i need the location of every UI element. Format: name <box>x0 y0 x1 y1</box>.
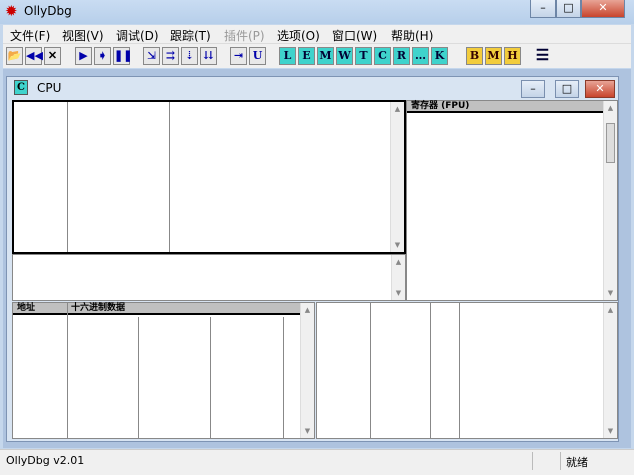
minimize-button[interactable]: – <box>530 0 556 18</box>
cpu-window-icon: C <box>14 80 28 95</box>
references-window-button[interactable]: R <box>393 47 410 65</box>
close-file-icon[interactable]: ✕ <box>44 47 61 65</box>
cpu-window-title: CPU <box>37 81 62 95</box>
trace-over-icon[interactable]: ⇊ <box>200 47 217 65</box>
menu-bar: 文件(F) 视图(V) 调试(D) 跟踪(T) 插件(P) 选项(O) 窗口(W… <box>3 25 631 44</box>
scroll-down-icon[interactable]: ▼ <box>604 289 617 297</box>
restart-icon[interactable]: ◀◀ <box>25 47 43 65</box>
menu-plugins[interactable]: 插件(P) <box>224 27 265 44</box>
breakpoints-button[interactable]: B <box>466 47 483 65</box>
open-icon[interactable]: 📂 <box>6 47 23 65</box>
scroll-up-icon[interactable]: ▲ <box>604 104 617 112</box>
scroll-up-icon[interactable]: ▲ <box>391 105 404 113</box>
registers-header[interactable]: 寄存器 (FPU) <box>407 101 603 113</box>
disassembly-pane[interactable]: ▲ ▼ <box>12 100 406 254</box>
dump-header-address[interactable]: 地址 <box>13 303 67 315</box>
menu-file[interactable]: 文件(F) <box>10 27 50 44</box>
cpu-close-button[interactable]: ✕ <box>585 80 615 98</box>
run-icon[interactable]: ▶ <box>75 47 92 65</box>
modules-window-button[interactable]: E <box>298 47 315 65</box>
app-title: OllyDbg <box>24 4 72 18</box>
call-stack-window-button[interactable]: K <box>431 47 448 65</box>
execute-till-return-icon[interactable]: ⇥ <box>230 47 247 65</box>
registers-pane[interactable]: 寄存器 (FPU) ▲ ▼ <box>406 100 618 301</box>
cpu-maximize-button[interactable]: □ <box>555 80 579 98</box>
dump-header-hex[interactable]: 十六进制数据 <box>67 303 300 315</box>
memory-window-button[interactable]: M <box>317 47 334 65</box>
menu-help[interactable]: 帮助(H) <box>391 27 433 44</box>
close-button[interactable]: ✕ <box>581 0 625 18</box>
title-bar: ✹ OllyDbg – □ ✕ <box>0 0 634 24</box>
stack-pane[interactable]: ▲ ▼ <box>316 302 618 439</box>
info-scrollbar[interactable]: ▲ ▼ <box>391 255 405 300</box>
scroll-down-icon[interactable]: ▼ <box>301 427 314 435</box>
registers-scrollbar[interactable]: ▲ ▼ <box>603 101 617 300</box>
scroll-down-icon[interactable]: ▼ <box>604 427 617 435</box>
list-icon[interactable]: ☰ <box>534 47 551 65</box>
trace-into-icon[interactable]: ⇣ <box>181 47 198 65</box>
scroll-up-icon[interactable]: ▲ <box>392 258 405 266</box>
threads-window-button[interactable]: T <box>355 47 372 65</box>
cpu-window-button[interactable]: C <box>374 47 391 65</box>
scroll-down-icon[interactable]: ▼ <box>392 289 405 297</box>
cpu-window: C CPU – □ ✕ ▲ ▼ ▲ ▼ 寄存器 (FPU) ▲ ▼ 地址 十六进制数据… <box>6 76 619 442</box>
status-bar: OllyDbg v2.01 就绪 <box>0 449 634 475</box>
status-version: OllyDbg v2.01 <box>6 454 85 467</box>
stack-scrollbar[interactable]: ▲ ▼ <box>603 303 617 438</box>
disassembly-scrollbar[interactable]: ▲ ▼ <box>390 102 404 252</box>
menu-debug[interactable]: 调试(D) <box>116 27 159 44</box>
step-over-icon[interactable]: ⇉ <box>162 47 179 65</box>
step-icon[interactable]: ➧ <box>94 47 111 65</box>
step-into-icon[interactable]: ⇲ <box>143 47 160 65</box>
menu-window[interactable]: 窗口(W) <box>332 27 377 44</box>
run-trace-window-button[interactable]: … <box>412 47 429 65</box>
status-state: 就绪 <box>566 456 588 469</box>
scroll-down-icon[interactable]: ▼ <box>391 241 404 249</box>
scroll-up-icon[interactable]: ▲ <box>604 306 617 314</box>
execute-till-user-icon[interactable]: U <box>249 47 266 65</box>
hardware-breakpoints-button[interactable]: H <box>504 47 521 65</box>
menu-options[interactable]: 选项(O) <box>277 27 320 44</box>
windows-window-button[interactable]: W <box>336 47 353 65</box>
scroll-up-icon[interactable]: ▲ <box>301 306 314 314</box>
log-window-button[interactable]: L <box>279 47 296 65</box>
toolbar: 📂 ◀◀ ✕ ▶ ➧ ❚❚ ⇲ ⇉ ⇣ ⇊ ⇥ U L E M W T C R … <box>3 44 631 68</box>
dump-scrollbar[interactable]: ▲ ▼ <box>300 303 314 438</box>
menu-trace[interactable]: 跟踪(T) <box>170 27 211 44</box>
pause-icon[interactable]: ❚❚ <box>113 47 132 65</box>
memory-breakpoints-button[interactable]: M <box>485 47 502 65</box>
menu-view[interactable]: 视图(V) <box>62 27 104 44</box>
bug-icon: ✹ <box>5 2 18 20</box>
maximize-button[interactable]: □ <box>556 0 581 18</box>
dump-pane[interactable]: 地址 十六进制数据 ▲ ▼ <box>12 302 315 439</box>
info-pane[interactable]: ▲ ▼ <box>12 254 406 301</box>
cpu-minimize-button[interactable]: – <box>521 80 545 98</box>
